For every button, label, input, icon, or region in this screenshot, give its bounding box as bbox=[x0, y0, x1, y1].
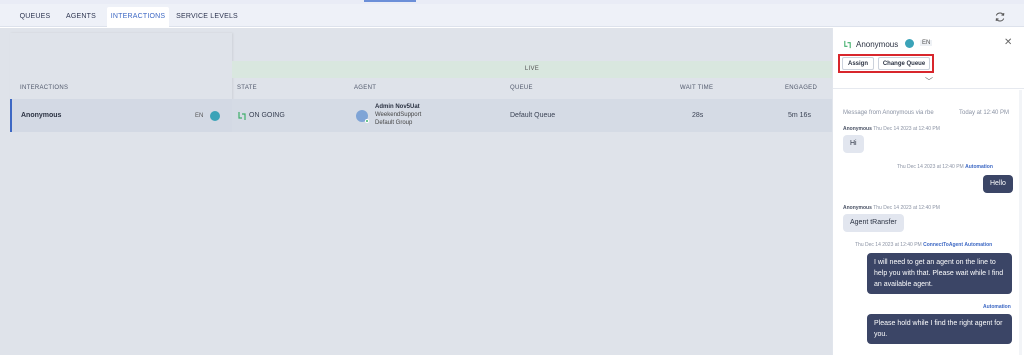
tab-bar: QUEUES AGENTS INTERACTIONS SERVICE LEVEL… bbox=[0, 4, 1024, 27]
header-state: STATE bbox=[237, 85, 257, 91]
live-band: LIVE bbox=[232, 61, 832, 78]
header-wait-time: WAIT TIME bbox=[680, 85, 714, 91]
agent-name: Admin Nov5Uat bbox=[375, 104, 420, 110]
close-icon[interactable]: ✕ bbox=[1004, 37, 1012, 48]
row-agent: Admin Nov5Uat WeekendSupport Default Gro… bbox=[375, 103, 421, 127]
top-accent bbox=[364, 0, 416, 2]
chevron-down-icon[interactable]: ﹀ bbox=[925, 76, 933, 87]
row-language: EN bbox=[195, 113, 204, 119]
conversation-title: Anonymous bbox=[856, 40, 899, 49]
outgoing-message: Please hold while I find the right agent… bbox=[867, 314, 1012, 344]
header-queue: QUEUE bbox=[510, 85, 533, 91]
agent-group: Default Group bbox=[375, 120, 413, 126]
outgoing-message: Hello bbox=[983, 175, 1013, 193]
message-sender: Anonymous bbox=[843, 205, 872, 211]
automation-tag: Automation bbox=[964, 242, 993, 248]
conversation-language: EN bbox=[920, 40, 933, 46]
incoming-message: Agent tRansfer bbox=[843, 214, 904, 232]
message-meta: Thu Dec 14 2023 at 12:40 PM ConnectToAge… bbox=[855, 242, 992, 248]
channel-icon bbox=[905, 39, 914, 48]
header-agent: AGENT bbox=[354, 85, 377, 91]
tab-interactions[interactable]: INTERACTIONS bbox=[107, 7, 169, 27]
row-interaction-name: Anonymous bbox=[21, 112, 62, 119]
message-intro: Message from Anonymous via rbe bbox=[843, 110, 934, 116]
interactions-column-panel bbox=[10, 33, 232, 105]
tab-queues[interactable]: QUEUES bbox=[14, 7, 56, 27]
message-time: Thu Dec 14 2023 at 12:40 PM bbox=[873, 205, 940, 211]
tab-service-levels[interactable]: SERVICE LEVELS bbox=[173, 7, 241, 27]
automation-tag: Automation bbox=[983, 304, 1011, 310]
header-interactions: INTERACTIONS bbox=[20, 85, 69, 91]
channel-icon bbox=[210, 111, 220, 121]
header-engaged: ENGAGED bbox=[785, 85, 818, 91]
message-intro-time: Today at 12:40 PM bbox=[959, 110, 1010, 116]
tab-agents[interactable]: AGENTS bbox=[60, 7, 102, 27]
change-queue-button[interactable]: Change Queue bbox=[878, 57, 930, 70]
message-time: Thu Dec 14 2023 at 12:40 PM bbox=[873, 126, 940, 132]
message-meta: Anonymous Thu Dec 14 2023 at 12:40 PM bbox=[843, 205, 940, 211]
message-time: Thu Dec 14 2023 at 12:40 PM bbox=[897, 164, 964, 170]
row-engaged: 5m 16s bbox=[788, 112, 811, 119]
message-meta: Automation bbox=[983, 304, 1011, 310]
message-sender: Anonymous bbox=[843, 126, 872, 132]
agent-group: WeekendSupport bbox=[375, 112, 422, 118]
message-meta: Anonymous Thu Dec 14 2023 at 12:40 PM bbox=[843, 126, 940, 132]
message-time: Thu Dec 14 2023 at 12:40 PM bbox=[855, 242, 922, 248]
flow-icon bbox=[844, 40, 851, 49]
refresh-icon[interactable] bbox=[994, 11, 1006, 23]
assign-button[interactable]: Assign bbox=[842, 57, 874, 70]
online-status-dot bbox=[365, 119, 369, 123]
row-wait-time: 28s bbox=[692, 112, 704, 119]
scrollbar[interactable] bbox=[1019, 90, 1022, 355]
avatar bbox=[356, 110, 369, 123]
row-queue: Default Queue bbox=[510, 112, 556, 119]
flow-state-icon bbox=[238, 112, 246, 120]
message-meta: Thu Dec 14 2023 at 12:40 PM Automation bbox=[897, 164, 993, 170]
automation-tag: Automation bbox=[965, 164, 993, 170]
row-state: ON GOING bbox=[249, 112, 285, 119]
outgoing-message: I will need to get an agent on the line … bbox=[867, 253, 1012, 294]
incoming-message: Hi bbox=[843, 135, 864, 153]
connect-to-agent-tag: ConnectToAgent bbox=[923, 242, 964, 248]
divider bbox=[833, 88, 1024, 89]
